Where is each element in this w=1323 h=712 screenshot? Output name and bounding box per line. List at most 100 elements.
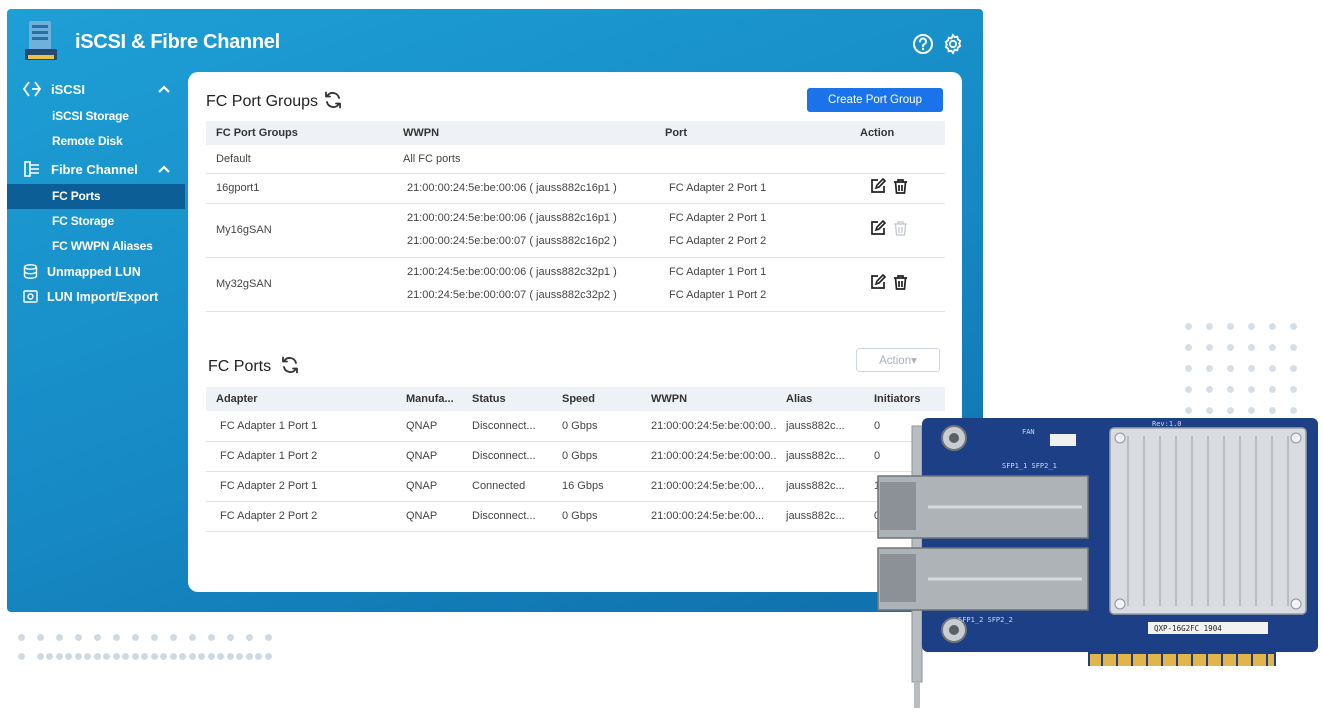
column-header[interactable]: WWPN bbox=[393, 121, 655, 145]
sidebar-item-lun-import-export[interactable]: LUN Import/Export bbox=[7, 284, 185, 309]
fc-adapter-card-illustration: Rev:1.0 FAN SFP1_1 SFP2_1 SFP1_2 SFP2_2 … bbox=[877, 418, 1318, 708]
card-sfp-label: SFP1_2 SFP2_2 bbox=[958, 616, 1013, 624]
decorative-dots bbox=[40, 647, 272, 667]
wwpn-cell: 21:00:00:24:5e:be:00... bbox=[641, 471, 776, 502]
app-header: iSCSI & Fibre Channel bbox=[7, 9, 983, 73]
group-port: FC Adapter 1 Port 1 bbox=[669, 266, 767, 278]
delete-icon[interactable] bbox=[892, 178, 909, 195]
alias-cell: jauss882c... bbox=[776, 501, 864, 532]
manufacturer-cell: QNAP bbox=[396, 411, 462, 442]
fc-ports-table: Adapter Manufa... Status Speed WWPN Alia… bbox=[206, 387, 945, 532]
sidebar-item-fc-ports[interactable]: FC Ports bbox=[7, 184, 185, 209]
decorative-dots bbox=[1178, 316, 1303, 416]
create-port-group-button[interactable]: Create Port Group bbox=[807, 88, 943, 112]
delete-icon[interactable] bbox=[892, 274, 909, 291]
fc-ports-title: FC Ports bbox=[208, 358, 272, 375]
table-row[interactable]: FC Adapter 2 Port 1 QNAP Connected 16 Gb… bbox=[206, 471, 945, 502]
speed-cell: 0 Gbps bbox=[552, 411, 641, 442]
group-port: FC Adapter 2 Port 2 bbox=[669, 235, 767, 247]
column-header[interactable]: FC Port Groups bbox=[206, 121, 393, 145]
column-header[interactable]: Manufa... bbox=[396, 387, 462, 411]
sidebar-item-fc-storage[interactable]: FC Storage bbox=[7, 209, 185, 234]
nav-group-label: iSCSI bbox=[51, 82, 85, 97]
card-sticker-label: QXP-16G2FC 1904 bbox=[1154, 624, 1222, 633]
column-header[interactable]: Initiators bbox=[864, 387, 945, 411]
adapter-cell: FC Adapter 2 Port 2 bbox=[206, 501, 396, 532]
refresh-icon[interactable] bbox=[323, 90, 343, 110]
nav-group-fibre-channel[interactable]: Fibre Channel bbox=[7, 154, 185, 184]
table-row[interactable]: FC Adapter 1 Port 1 QNAP Disconnect... 0… bbox=[206, 411, 945, 442]
table-row[interactable]: FC Adapter 1 Port 2 QNAP Disconnect... 0… bbox=[206, 441, 945, 472]
alias-cell: jauss882c... bbox=[776, 441, 864, 472]
status-cell: Disconnect... bbox=[462, 501, 552, 532]
wwpn-cell: 21:00:00:24:5e:be:00:00... bbox=[641, 441, 776, 472]
edit-icon[interactable] bbox=[869, 220, 886, 237]
app-window: iSCSI & Fibre Channel iSCSI iSCSI Storag… bbox=[7, 9, 983, 612]
app-title: iSCSI & Fibre Channel bbox=[75, 31, 280, 53]
table-row[interactable]: FC Adapter 2 Port 2 QNAP Disconnect... 0… bbox=[206, 501, 945, 532]
manufacturer-cell: QNAP bbox=[396, 441, 462, 472]
table-row[interactable]: My32gSAN 21:00:24:5e:be:00:00:06 ( jauss… bbox=[206, 257, 945, 312]
chevron-up-icon[interactable] bbox=[157, 82, 171, 96]
speed-cell: 0 Gbps bbox=[552, 501, 641, 532]
group-name: My32gSAN bbox=[206, 257, 393, 312]
sidebar-item-fc-wwpn-aliases[interactable]: FC WWPN Aliases bbox=[7, 234, 185, 259]
speed-cell: 0 Gbps bbox=[552, 441, 641, 472]
edit-icon[interactable] bbox=[869, 274, 886, 291]
sidebar-item-iscsi-storage[interactable]: iSCSI Storage bbox=[7, 104, 185, 129]
adapter-cell: FC Adapter 1 Port 1 bbox=[206, 411, 396, 442]
adapter-cell: FC Adapter 1 Port 2 bbox=[206, 441, 396, 472]
manufacturer-cell: QNAP bbox=[396, 471, 462, 502]
group-name: My16gSAN bbox=[206, 203, 393, 258]
port-groups-title: FC Port Groups bbox=[206, 93, 319, 110]
wwpn-cell: 21:00:00:24:5e:be:00:00... bbox=[641, 411, 776, 442]
group-wwpn: 21:00:00:24:5e:be:00:06 ( jauss882c16p1 … bbox=[393, 173, 655, 204]
chevron-up-icon[interactable] bbox=[157, 162, 171, 176]
app-logo-icon bbox=[25, 21, 57, 60]
adapter-cell: FC Adapter 2 Port 1 bbox=[206, 471, 396, 502]
sidebar: iSCSI iSCSI Storage Remote Disk Fibre Ch… bbox=[7, 74, 185, 309]
column-header[interactable]: Speed bbox=[552, 387, 641, 411]
group-wwpn: 21:00:24:5e:be:00:00:07 ( jauss882c32p2 … bbox=[407, 289, 617, 301]
group-port bbox=[655, 145, 835, 174]
group-port: FC Adapter 2 Port 1 bbox=[669, 212, 767, 224]
sidebar-item-unmapped-lun[interactable]: Unmapped LUN bbox=[7, 259, 185, 284]
sidebar-item-remote-disk[interactable]: Remote Disk bbox=[7, 129, 185, 154]
manufacturer-cell: QNAP bbox=[396, 501, 462, 532]
nav-group-iscsi[interactable]: iSCSI bbox=[7, 74, 185, 104]
edit-icon[interactable] bbox=[869, 178, 886, 195]
table-row[interactable]: Default All FC ports bbox=[206, 145, 945, 174]
table-row[interactable]: My16gSAN 21:00:00:24:5e:be:00:06 ( jauss… bbox=[206, 203, 945, 258]
iscsi-icon bbox=[23, 81, 41, 97]
table-row[interactable]: 16gport1 21:00:00:24:5e:be:00:06 ( jauss… bbox=[206, 173, 945, 204]
help-icon[interactable] bbox=[912, 33, 934, 55]
group-wwpn: All FC ports bbox=[393, 145, 655, 174]
refresh-icon[interactable] bbox=[280, 355, 300, 375]
sidebar-item-label: LUN Import/Export bbox=[47, 290, 159, 304]
column-header: Action bbox=[835, 121, 945, 145]
column-header[interactable]: Adapter bbox=[206, 387, 396, 411]
column-header[interactable]: Alias bbox=[776, 387, 864, 411]
gear-icon[interactable] bbox=[942, 33, 964, 55]
status-cell: Connected bbox=[462, 471, 552, 502]
group-wwpn: 21:00:24:5e:be:00:00:06 ( jauss882c32p1 … bbox=[407, 266, 617, 278]
group-wwpn: 21:00:00:24:5e:be:00:07 ( jauss882c16p2 … bbox=[407, 235, 617, 247]
alias-cell: jauss882c... bbox=[776, 471, 864, 502]
nav-group-label: Fibre Channel bbox=[51, 162, 138, 177]
card-fan-label: FAN bbox=[1022, 428, 1035, 436]
group-name: Default bbox=[206, 145, 393, 174]
alias-cell: jauss882c... bbox=[776, 411, 864, 442]
column-header[interactable]: Port bbox=[655, 121, 835, 145]
speed-cell: 16 Gbps bbox=[552, 471, 641, 502]
action-dropdown-button[interactable]: Action▾ bbox=[856, 348, 940, 372]
status-cell: Disconnect... bbox=[462, 441, 552, 472]
import-export-icon bbox=[23, 290, 38, 303]
delete-icon bbox=[894, 221, 907, 236]
port-groups-table: FC Port Groups WWPN Port Action Default … bbox=[206, 121, 945, 312]
status-cell: Disconnect... bbox=[462, 411, 552, 442]
group-wwpn: 21:00:00:24:5e:be:00:06 ( jauss882c16p1 … bbox=[407, 212, 617, 224]
fibre-channel-icon bbox=[24, 161, 39, 177]
group-port: FC Adapter 2 Port 1 bbox=[655, 173, 835, 204]
column-header[interactable]: WWPN bbox=[641, 387, 776, 411]
column-header[interactable]: Status bbox=[462, 387, 552, 411]
